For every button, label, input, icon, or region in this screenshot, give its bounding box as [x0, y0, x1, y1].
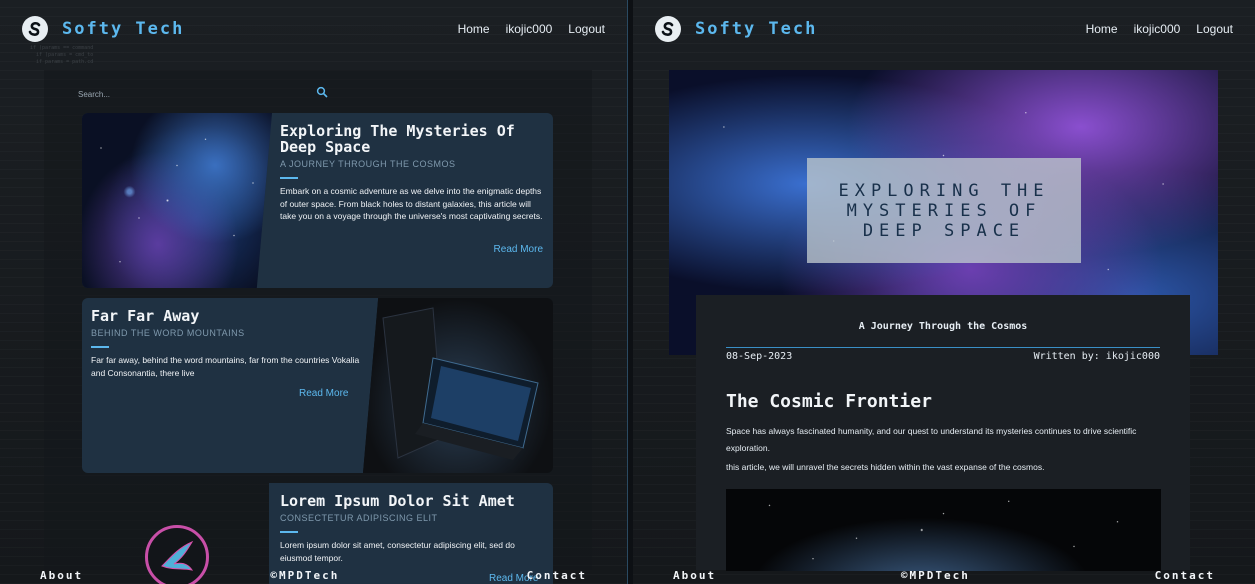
- article-heading: The Cosmic Frontier: [726, 391, 932, 412]
- article-author: Written by: ikojic000: [1033, 351, 1160, 362]
- post-content: Far Far Away BEHIND THE WORD MOUNTAINS F…: [91, 308, 366, 379]
- footer-copyright: ©MPDTech: [270, 568, 340, 582]
- brand-name[interactable]: Softy Tech: [695, 19, 817, 39]
- article-panel: A Journey Through the Cosmos 08-Sep-2023…: [696, 295, 1190, 571]
- nav-links: Home ikojic000 Logout: [458, 22, 605, 36]
- post-content: Lorem Ipsum Dolor Sit Amet CONSECTETUR A…: [280, 493, 545, 564]
- search-icon[interactable]: [316, 86, 328, 100]
- post-subtitle: CONSECTETUR ADIPISCING ELIT: [280, 513, 438, 523]
- footer: About ©MPDTech Contact: [633, 566, 1255, 584]
- post-card[interactable]: Exploring The Mysteries Of Deep Space A …: [82, 113, 553, 288]
- left-window: if (params == command if (params = cmd_t…: [0, 0, 627, 584]
- footer-copyright: ©MPDTech: [900, 568, 970, 582]
- article-divider: [726, 347, 1160, 348]
- post-subtitle: A JOURNEY THROUGH THE COSMOS: [280, 159, 456, 169]
- post-description: Far far away, behind the word mountains,…: [91, 355, 360, 378]
- nav-home-link[interactable]: Home: [1086, 22, 1118, 36]
- navbar: Softy Tech Home ikojic000 Logout: [633, 0, 1255, 58]
- post-title[interactable]: Exploring The Mysteries Of Deep Space: [280, 123, 545, 155]
- search-placeholder: Search...: [78, 89, 111, 99]
- logo-icon[interactable]: [22, 16, 48, 42]
- article-subtitle: A Journey Through the Cosmos: [858, 321, 1028, 332]
- right-window: Softy Tech Home ikojic000 Logout EXPLORI…: [633, 0, 1255, 584]
- nav-logout-link[interactable]: Logout: [1196, 22, 1233, 36]
- read-more-link[interactable]: Read More: [299, 388, 348, 399]
- footer-contact-link[interactable]: Contact: [1155, 569, 1215, 582]
- footer: About ©MPDTech Contact: [0, 566, 627, 584]
- article-paragraph: this article, we will unravel the secret…: [726, 462, 1045, 472]
- article-date: 08-Sep-2023: [726, 351, 793, 362]
- nav-user-link[interactable]: ikojic000: [506, 22, 553, 36]
- nav-logout-link[interactable]: Logout: [568, 22, 605, 36]
- nav-home-link[interactable]: Home: [458, 22, 490, 36]
- search-input[interactable]: Search...: [78, 86, 328, 102]
- post-image: [82, 113, 272, 288]
- logo-icon[interactable]: [655, 16, 681, 42]
- accent-divider: [280, 531, 298, 533]
- post-card[interactable]: Far Far Away BEHIND THE WORD MOUNTAINS F…: [82, 298, 553, 473]
- footer-contact-link[interactable]: Contact: [527, 569, 587, 582]
- article-paragraph: Space has always fascinated humanity, an…: [726, 426, 1137, 453]
- accent-divider: [91, 346, 109, 348]
- hero-title: EXPLORING THE MYSTERIES OF DEEP SPACE: [838, 180, 1050, 241]
- post-description: Lorem ipsum dolor sit amet, consectetur …: [280, 540, 515, 563]
- nav-links: Home ikojic000 Logout: [1086, 22, 1233, 36]
- article-image: [726, 489, 1161, 571]
- navbar: Softy Tech Home ikojic000 Logout: [0, 0, 627, 58]
- post-description: Embark on a cosmic adventure as we delve…: [280, 186, 543, 221]
- post-subtitle: BEHIND THE WORD MOUNTAINS: [91, 328, 245, 338]
- post-image: [363, 298, 553, 473]
- post-content: Exploring The Mysteries Of Deep Space A …: [280, 123, 545, 223]
- laptop-illustration: [382, 307, 539, 460]
- brand-name[interactable]: Softy Tech: [62, 19, 184, 39]
- read-more-link[interactable]: Read More: [494, 244, 543, 255]
- footer-about-link[interactable]: About: [40, 569, 83, 582]
- post-title[interactable]: Lorem Ipsum Dolor Sit Amet: [280, 493, 545, 509]
- nav-user-link[interactable]: ikojic000: [1134, 22, 1181, 36]
- hero-title-box: EXPLORING THE MYSTERIES OF DEEP SPACE: [807, 158, 1081, 263]
- post-title[interactable]: Far Far Away: [91, 308, 366, 324]
- accent-divider: [280, 177, 298, 179]
- footer-about-link[interactable]: About: [673, 569, 716, 582]
